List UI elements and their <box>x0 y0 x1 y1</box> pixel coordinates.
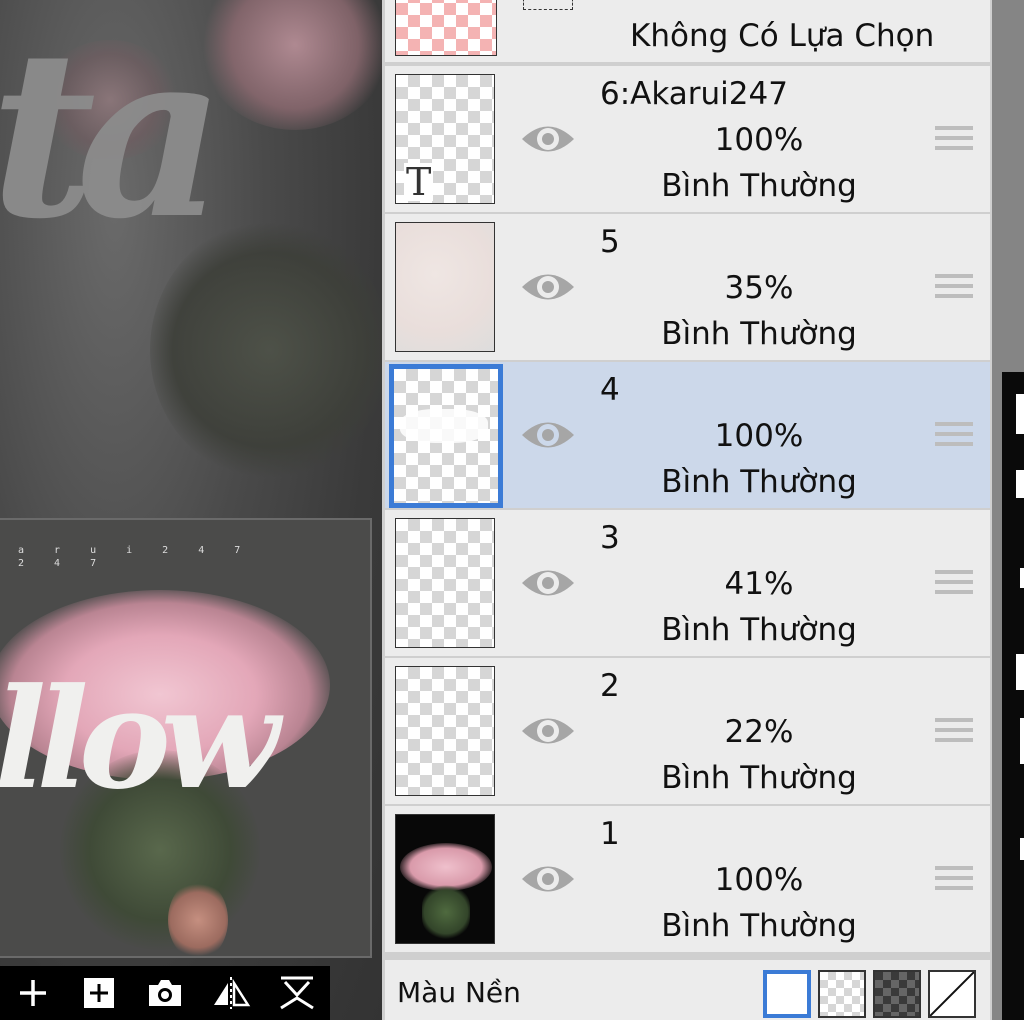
layer-thumbnail: T <box>395 74 495 204</box>
drag-handle-icon[interactable] <box>935 422 973 450</box>
slash-icon <box>930 972 974 1016</box>
tool-icon[interactable] <box>1020 568 1024 588</box>
eye-icon[interactable] <box>519 262 577 312</box>
flip-button[interactable] <box>198 966 264 1020</box>
layer-blend-mode: Bình Thường <box>661 464 857 500</box>
layer-name: 3 <box>600 520 620 556</box>
merge-down-icon <box>280 976 314 1010</box>
layer-row-6[interactable]: T 6:Akarui247 100% Bình Thường <box>385 66 990 212</box>
camera-icon <box>149 980 181 1006</box>
eye-icon[interactable] <box>519 114 577 164</box>
layer-blend-mode: Bình Thường <box>661 908 857 944</box>
layer-thumbnail <box>389 364 503 508</box>
eye-icon[interactable] <box>519 410 577 460</box>
layer-name: 5 <box>600 224 620 260</box>
selection-status: Không Có Lựa Chọn <box>630 18 935 54</box>
tool-icon[interactable] <box>1016 470 1024 498</box>
hand-decoration <box>168 880 228 956</box>
layer-thumbnail <box>395 666 495 796</box>
right-toolbar <box>1002 372 1024 1020</box>
layer-opacity: 22% <box>724 714 794 750</box>
flower-decoration <box>200 0 382 130</box>
drag-handle-icon[interactable] <box>935 570 973 598</box>
add-layer-box-button[interactable] <box>66 966 132 1020</box>
background-color-row: Màu Nền <box>385 960 990 1020</box>
swatch-white[interactable] <box>763 970 811 1018</box>
layer-name: 1 <box>600 816 620 852</box>
selection-layer-row[interactable]: Không Có Lựa Chọn <box>385 0 990 62</box>
layers-icon[interactable] <box>1016 394 1024 434</box>
eye-icon[interactable] <box>519 706 577 756</box>
layer-blend-mode: Bình Thường <box>661 612 857 648</box>
layer-row-1[interactable]: 1 100% Bình Thường <box>385 806 990 952</box>
leaf-thumbnail-mark <box>422 885 470 939</box>
add-layer-button[interactable] <box>0 966 66 1020</box>
selection-thumbnail <box>395 0 497 56</box>
layer-opacity: 100% <box>714 418 804 454</box>
canvas-area[interactable]: ta a r u i 2 4 7 2 4 7 llow <box>0 0 382 1020</box>
drag-handle-icon[interactable] <box>935 866 973 894</box>
layer-panel: Không Có Lựa Chọn T 6:Akarui247 100% Bìn… <box>382 0 992 1020</box>
layer-row-4[interactable]: 4 100% Bình Thường <box>385 362 990 508</box>
plus-icon <box>20 980 46 1006</box>
script-thumbnail-mark <box>400 409 488 443</box>
flip-icon <box>214 977 251 1009</box>
swatch-transparent[interactable] <box>818 970 866 1018</box>
layer-thumbnail <box>395 518 495 648</box>
drag-handle-icon[interactable] <box>935 274 973 302</box>
eye-icon[interactable] <box>519 558 577 608</box>
layer-name: 4 <box>600 372 620 408</box>
layer-row-3[interactable]: 3 41% Bình Thường <box>385 510 990 656</box>
layer-blend-mode: Bình Thường <box>661 168 857 204</box>
canvas-preview[interactable]: a r u i 2 4 7 2 4 7 llow <box>0 518 372 958</box>
layer-opacity: 100% <box>714 862 804 898</box>
background-script-text: ta <box>0 0 225 270</box>
layer-thumbnail <box>395 222 495 352</box>
tool-icon[interactable] <box>1016 654 1024 690</box>
swatch-none[interactable] <box>928 970 976 1018</box>
peony-thumbnail-mark <box>400 843 492 891</box>
photo-thumbnail <box>396 815 494 943</box>
camera-button[interactable] <box>132 966 198 1020</box>
plus-box-icon <box>84 978 114 1008</box>
layer-blend-mode: Bình Thường <box>661 760 857 796</box>
layer-row-2[interactable]: 2 22% Bình Thường <box>385 658 990 804</box>
bottom-toolbar <box>0 966 330 1020</box>
layer-opacity: 100% <box>714 122 804 158</box>
tool-icon[interactable] <box>1020 838 1024 860</box>
preview-small-text: a r u i 2 4 7 2 4 7 <box>18 545 253 569</box>
layer-opacity: 35% <box>724 270 794 306</box>
layer-name: 6:Akarui247 <box>600 76 788 112</box>
background-color-label: Màu Nền <box>397 976 521 1009</box>
drag-handle-icon[interactable] <box>935 718 973 746</box>
swatch-dark-checker[interactable] <box>873 970 921 1018</box>
tool-icon[interactable] <box>1020 718 1024 764</box>
layer-row-5[interactable]: 5 35% Bình Thường <box>385 214 990 360</box>
eye-icon[interactable] <box>519 854 577 904</box>
selection-marquee-icon <box>523 0 573 10</box>
drag-handle-icon[interactable] <box>935 126 973 154</box>
layer-opacity: 41% <box>724 566 794 602</box>
layer-thumbnail <box>395 814 495 944</box>
preview-script-word: llow <box>0 657 280 820</box>
text-layer-icon: T <box>404 160 434 204</box>
layer-name: 2 <box>600 668 620 704</box>
layer-blend-mode: Bình Thường <box>661 316 857 352</box>
merge-down-button[interactable] <box>264 966 330 1020</box>
